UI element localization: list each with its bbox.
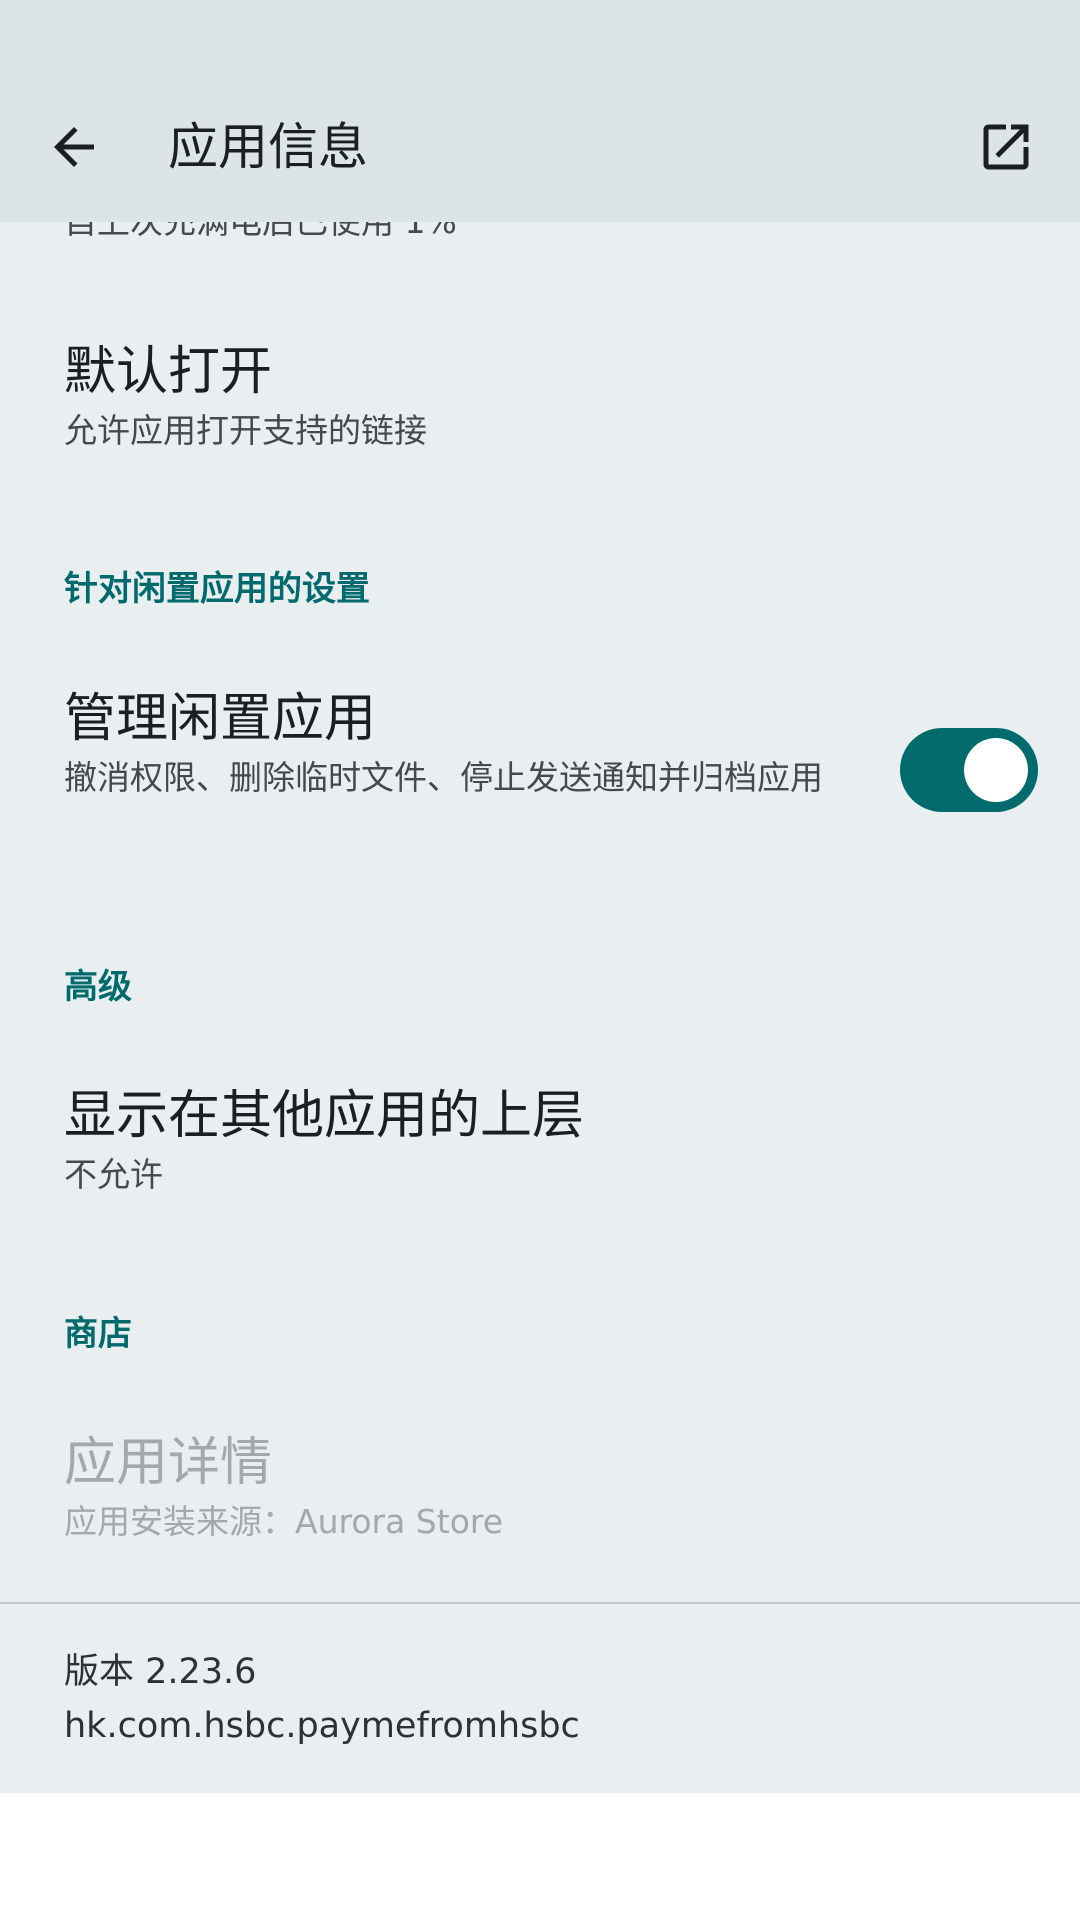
app-details-title: 应用详情 — [64, 1433, 273, 1493]
app-screen: 应用信息 自上次充满电后已使用 1% 默认打开 允许应用打开支持的链接 针对闲置… — [0, 0, 1080, 1793]
arrow-back-icon[interactable] — [44, 117, 104, 177]
manage-unused-apps-toggle[interactable] — [900, 728, 1038, 812]
display-over-apps-summary: 不允许 — [64, 1155, 163, 1194]
open-by-default-item[interactable]: 默认打开 允许应用打开支持的链接 — [64, 340, 844, 457]
app-details-summary: 应用安装来源：Aurora Store — [64, 1502, 504, 1541]
toggle-knob — [964, 738, 1028, 802]
package-name: hk.com.hsbc.paymefromhsbc — [64, 1706, 580, 1746]
open-by-default-summary: 允许应用打开支持的链接 — [64, 411, 427, 450]
advanced-header: 高级 — [64, 967, 132, 1007]
page-title: 应用信息 — [168, 118, 368, 176]
unused-apps-header: 针对闲置应用的设置 — [64, 569, 370, 609]
manage-unused-apps-item[interactable]: 管理闲置应用 撤消权限、删除临时文件、停止发送通知并归档应用 — [64, 687, 864, 804]
version-text: 版本 2.23.6 — [64, 1652, 257, 1692]
open-by-default-title: 默认打开 — [64, 342, 273, 402]
display-over-apps-item[interactable]: 显示在其他应用的上层 不允许 — [64, 1084, 844, 1201]
display-over-apps-title: 显示在其他应用的上层 — [64, 1086, 585, 1146]
app-details-item: 应用详情 应用安装来源：Aurora Store — [64, 1431, 844, 1548]
battery-usage-summary: 自上次充满电后已使用 1% — [64, 222, 457, 244]
manage-unused-apps-title: 管理闲置应用 — [64, 689, 377, 749]
divider — [0, 1602, 1080, 1604]
store-header: 商店 — [64, 1314, 132, 1354]
top-app-bar: 应用信息 — [0, 72, 1080, 222]
open-in-new-icon[interactable] — [976, 117, 1036, 177]
manage-unused-apps-summary: 撤消权限、删除临时文件、停止发送通知并归档应用 — [64, 758, 823, 797]
version-info: 版本 2.23.6 hk.com.hsbc.paymefromhsbc — [64, 1645, 580, 1753]
settings-list[interactable]: 自上次充满电后已使用 1% 默认打开 允许应用打开支持的链接 针对闲置应用的设置… — [0, 222, 1080, 1793]
status-bar — [0, 0, 1080, 72]
